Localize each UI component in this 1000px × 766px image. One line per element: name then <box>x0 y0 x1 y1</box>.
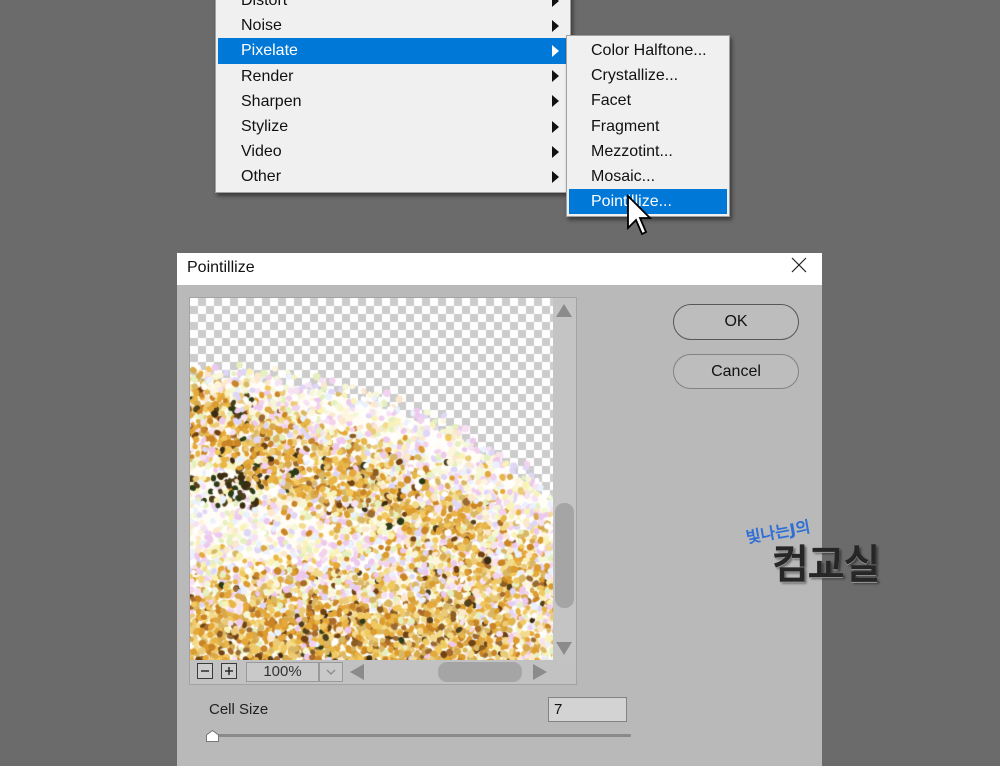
submenu-item-crystallize[interactable]: Crystallize... <box>569 63 727 88</box>
triangle-right-icon[interactable] <box>533 664 547 680</box>
cell-size-slider[interactable] <box>206 727 631 745</box>
pixelate-submenu: Color Halftone... Crystallize... Facet F… <box>566 35 730 218</box>
slider-thumb-icon <box>206 730 220 742</box>
triangle-right-icon <box>552 120 559 133</box>
submenu-item-mosaic[interactable]: Mosaic... <box>569 164 727 189</box>
triangle-right-icon <box>552 95 559 108</box>
menu-item-label: Other <box>241 168 282 186</box>
preview-image[interactable] <box>190 298 553 660</box>
menu-item-label: Noise <box>241 17 282 35</box>
plus-icon <box>225 667 233 675</box>
triangle-right-icon <box>552 70 559 83</box>
menu-item-label: Video <box>241 143 282 161</box>
triangle-right-icon <box>552 0 559 7</box>
dialog-title: Pointillize <box>187 259 255 276</box>
horizontal-scroll-thumb[interactable] <box>438 662 522 682</box>
triangle-right-icon <box>552 170 559 183</box>
mouse-pointer-icon <box>627 194 652 236</box>
ok-button[interactable]: OK <box>673 304 799 340</box>
vertical-scrollbar[interactable] <box>553 298 576 660</box>
submenu-item-fragment[interactable]: Fragment <box>569 114 727 139</box>
menu-item-noise[interactable]: Noise <box>218 13 568 38</box>
triangle-left-icon[interactable] <box>350 664 364 680</box>
triangle-right-icon <box>552 19 559 32</box>
triangle-right-icon <box>552 44 559 57</box>
submenu-item-label: Mezzotint... <box>591 142 673 160</box>
menu-item-video[interactable]: Video <box>218 139 568 164</box>
cancel-button[interactable]: Cancel <box>673 354 799 389</box>
menu-item-label: Stylize <box>241 117 289 135</box>
vertical-scroll-thumb[interactable] <box>555 503 574 608</box>
submenu-item-label: Mosaic... <box>591 167 656 185</box>
chevron-down-icon <box>326 669 336 675</box>
menu-item-label: Pixelate <box>241 42 298 60</box>
menu-item-distort[interactable]: Distort <box>218 0 568 13</box>
triangle-down-icon[interactable] <box>555 642 572 655</box>
watermark-line2: 컴교실 <box>772 542 880 588</box>
triangle-right-icon <box>552 145 559 158</box>
submenu-item-label: Facet <box>591 92 632 110</box>
zoom-out-button[interactable] <box>197 663 213 679</box>
menu-item-pixelate[interactable]: Pixelate <box>218 38 568 64</box>
filter-menu: Distort Noise Pixelate Render Sharpen St… <box>215 0 571 193</box>
preview-panel: 100% <box>189 297 577 685</box>
submenu-item-color-halftone[interactable]: Color Halftone... <box>569 38 727 63</box>
menu-item-stylize[interactable]: Stylize <box>218 114 568 139</box>
menu-item-label: Sharpen <box>241 92 302 110</box>
close-button[interactable] <box>790 256 808 274</box>
submenu-item-label: Crystallize... <box>591 67 679 85</box>
dialog-title-bar[interactable]: Pointillize <box>177 253 822 285</box>
horizontal-scrollbar[interactable] <box>345 661 553 683</box>
watermark-logo: 빛나는J의 컴교실 <box>745 517 918 596</box>
close-icon <box>791 257 807 273</box>
menu-item-label: Distort <box>241 0 288 9</box>
submenu-item-facet[interactable]: Facet <box>569 88 727 113</box>
cell-size-input[interactable] <box>548 697 627 722</box>
zoom-dropdown-button[interactable] <box>319 662 343 682</box>
photoshop-workspace: Distort Noise Pixelate Render Sharpen St… <box>0 0 1000 766</box>
zoom-in-button[interactable] <box>221 663 237 679</box>
submenu-item-mezzotint[interactable]: Mezzotint... <box>569 139 727 164</box>
zoom-level-field[interactable]: 100% <box>246 662 319 682</box>
submenu-item-label: Color Halftone... <box>591 42 707 59</box>
cell-size-label: Cell Size <box>209 701 269 718</box>
triangle-up-icon[interactable] <box>555 304 572 317</box>
menu-item-render[interactable]: Render <box>218 64 568 89</box>
minus-icon <box>201 670 209 672</box>
pointillize-dialog: Pointillize 100% OK Cancel Cell Size 7 <box>177 253 822 766</box>
slider-track[interactable] <box>207 734 631 737</box>
menu-item-sharpen[interactable]: Sharpen <box>218 89 568 114</box>
slider-thumb[interactable] <box>206 730 220 742</box>
menu-item-label: Render <box>241 67 294 85</box>
submenu-item-label: Fragment <box>591 117 660 135</box>
preview-toolbar: 100% <box>190 660 576 684</box>
menu-item-other[interactable]: Other <box>218 164 568 189</box>
